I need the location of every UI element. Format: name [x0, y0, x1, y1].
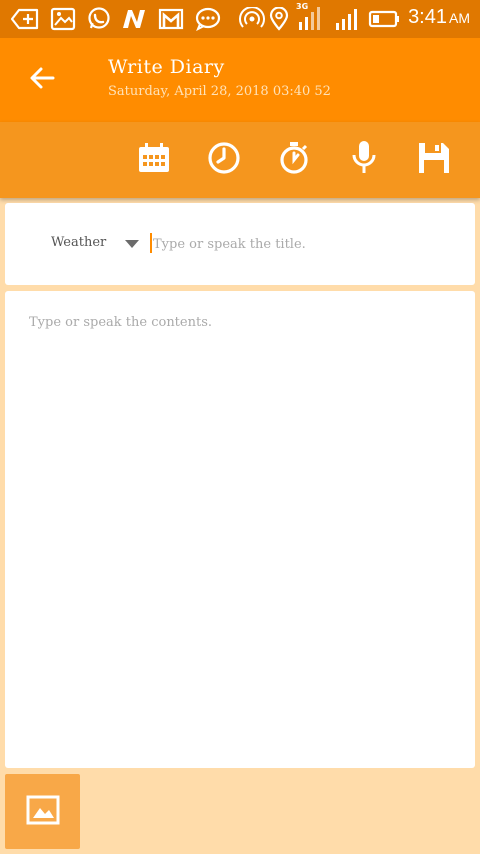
app-bar: Write Diary Saturday, April 28, 2018 03:… — [0, 38, 480, 122]
text-cursor — [150, 233, 152, 253]
hotspot-icon — [238, 6, 266, 31]
status-clock: 3:41 AM — [408, 6, 470, 29]
image-icon — [26, 795, 60, 829]
weather-dropdown-label[interactable]: Weather — [51, 235, 106, 250]
n-app-icon — [120, 7, 148, 31]
add-tab-icon — [10, 7, 40, 31]
title-input[interactable] — [153, 232, 453, 256]
save-icon — [417, 141, 451, 179]
title-card: Weather — [5, 203, 475, 285]
calendar-button[interactable] — [134, 140, 174, 180]
stopwatch-button[interactable] — [274, 140, 314, 180]
stopwatch-icon — [277, 141, 311, 179]
page-subtitle: Saturday, April 28, 2018 03:40 52 — [108, 84, 331, 99]
signal-icon — [334, 7, 362, 31]
whatsapp-icon — [86, 7, 112, 31]
voice-input-button[interactable] — [344, 140, 384, 180]
location-icon — [268, 6, 290, 31]
chat-icon — [194, 7, 222, 32]
content-card — [5, 291, 475, 768]
gmail-icon — [158, 7, 184, 31]
back-button[interactable] — [22, 60, 62, 100]
status-am-pm: AM — [449, 10, 470, 26]
page-title: Write Diary — [108, 56, 225, 78]
dropdown-arrow-icon[interactable] — [125, 240, 139, 248]
toolbar — [0, 122, 480, 198]
microphone-icon — [349, 140, 379, 180]
calendar-icon — [137, 142, 171, 178]
status-bar: 3G 3:41 AM — [0, 0, 480, 38]
time-button[interactable] — [204, 140, 244, 180]
content-input[interactable] — [29, 315, 449, 745]
clock-icon — [207, 141, 241, 179]
battery-icon — [368, 7, 400, 31]
save-button[interactable] — [414, 140, 454, 180]
arrow-left-icon — [29, 66, 55, 94]
image-icon — [50, 7, 76, 31]
status-time: 3:41 — [408, 6, 447, 28]
add-image-button[interactable] — [5, 774, 80, 849]
